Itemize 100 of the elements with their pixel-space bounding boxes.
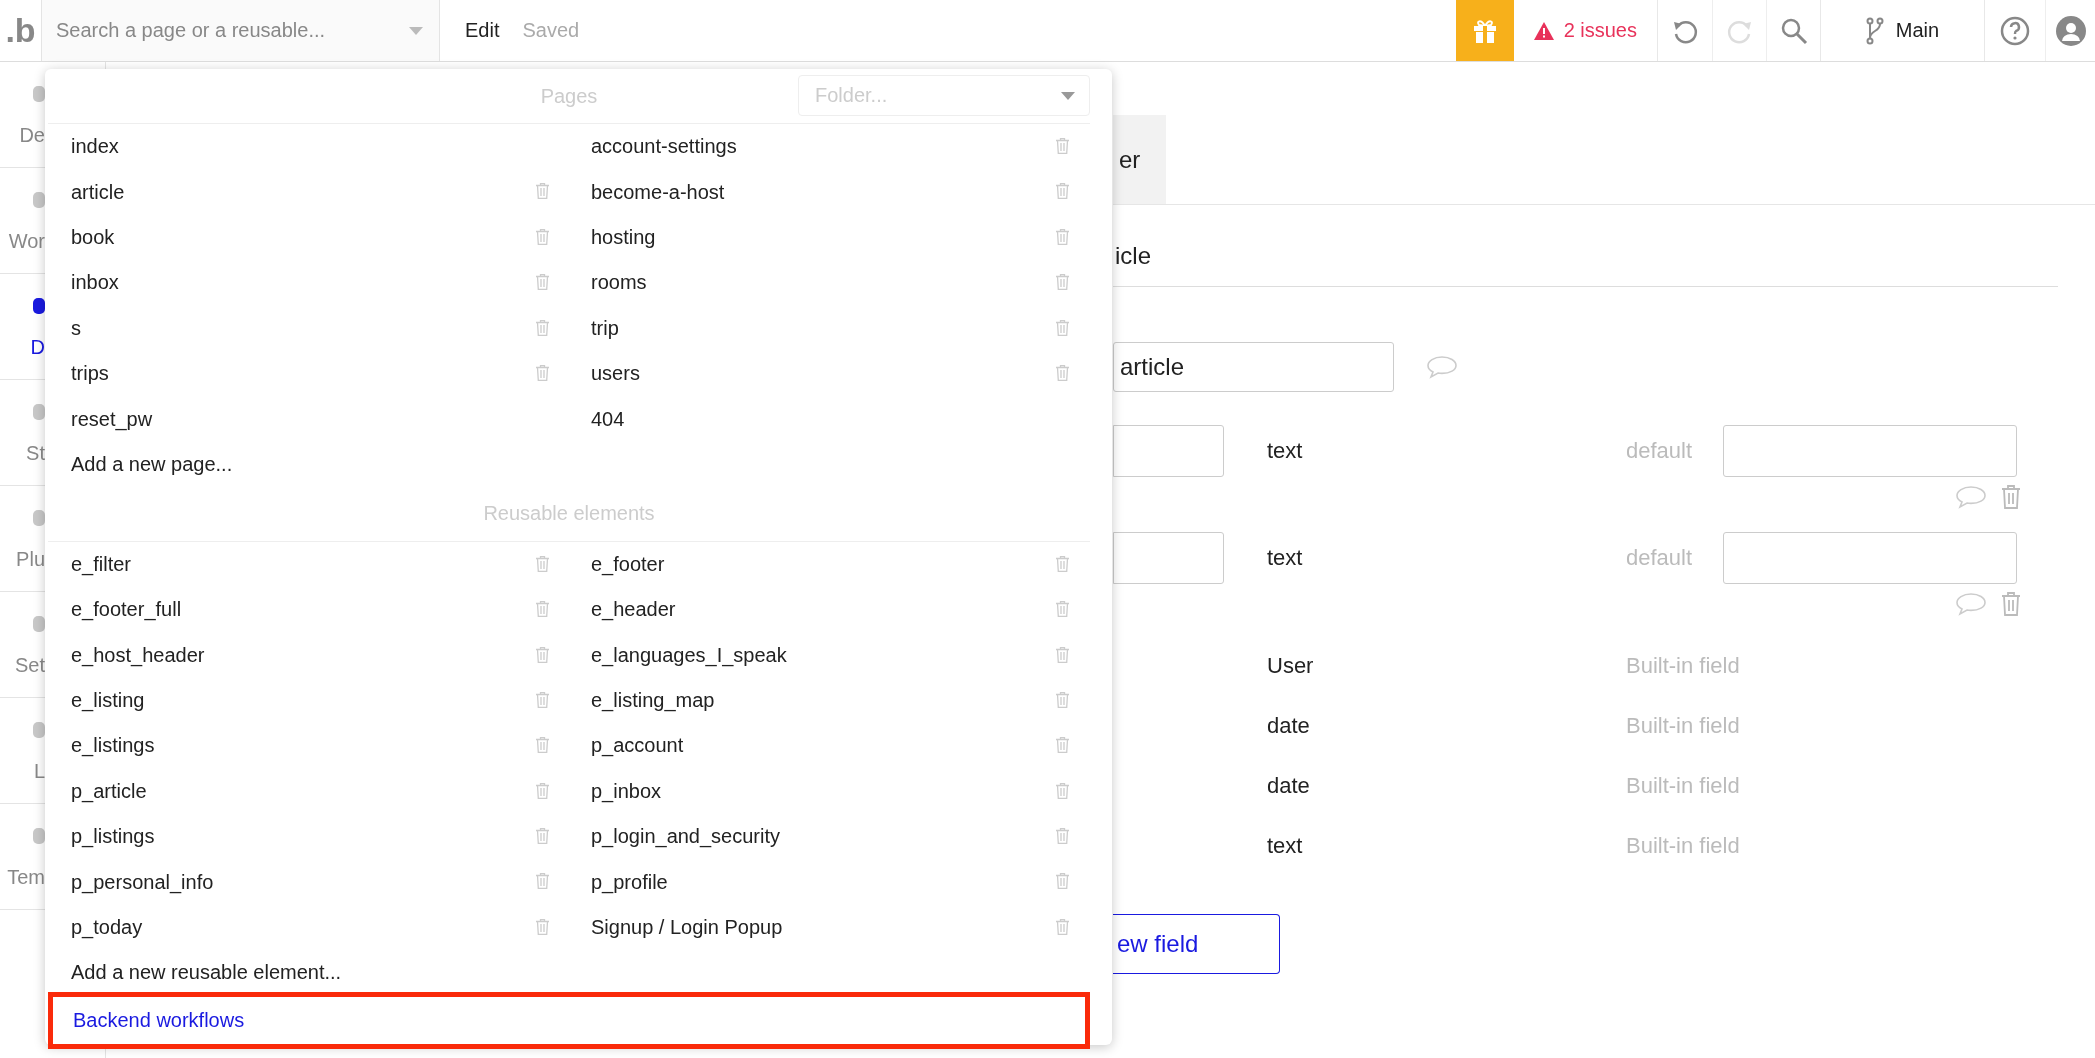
menu-item[interactable]: 404 — [591, 407, 625, 431]
help-icon — [2000, 15, 2030, 46]
default-label: default — [1626, 545, 1694, 571]
trash-icon[interactable] — [536, 918, 549, 935]
field-name-input[interactable] — [1113, 425, 1224, 477]
backend-workflows-link[interactable]: Backend workflows — [48, 992, 1090, 1050]
trash-icon[interactable] — [536, 319, 549, 336]
warning-icon — [1533, 21, 1554, 40]
trash-icon[interactable] — [1056, 183, 1069, 200]
menu-item[interactable]: e_footer_full — [71, 598, 182, 622]
menu-item[interactable]: account-settings — [591, 135, 737, 159]
add-item-link[interactable]: Add a new page... — [48, 441, 233, 487]
branch-icon — [1865, 16, 1884, 45]
menu-item[interactable]: trips — [71, 362, 109, 386]
default-value-input[interactable] — [1723, 532, 2017, 584]
trash-icon[interactable] — [536, 737, 549, 754]
trash-icon[interactable] — [536, 828, 549, 845]
sidebar-icon — [33, 86, 45, 102]
menu-item[interactable]: p_inbox — [591, 779, 662, 803]
trash-icon[interactable] — [536, 601, 549, 618]
menu-item[interactable]: inbox — [71, 271, 119, 295]
trash-icon[interactable] — [536, 183, 549, 200]
trash-icon[interactable] — [1056, 918, 1069, 935]
built-in-note: Built-in field — [1626, 653, 1740, 679]
trash-icon[interactable] — [2001, 485, 2021, 509]
trash-icon[interactable] — [536, 364, 549, 381]
trash-icon[interactable] — [1056, 555, 1069, 572]
menu-item[interactable]: index — [71, 135, 119, 159]
sidebar-icon — [33, 722, 45, 738]
menu-item[interactable]: book — [71, 225, 115, 249]
field-type: date — [1267, 773, 1311, 799]
caret-icon — [1061, 91, 1075, 100]
branch-button[interactable]: Main — [1820, 0, 1985, 61]
menu-item[interactable]: Signup / Login Popup — [591, 916, 783, 940]
type-name-field[interactable]: article — [1113, 342, 1394, 392]
field-name-input[interactable] — [1113, 532, 1224, 584]
comment-icon[interactable] — [1955, 485, 1987, 509]
trash-icon[interactable] — [1056, 873, 1069, 890]
mode-label[interactable]: Edit — [465, 19, 500, 42]
built-in-note: Built-in field — [1626, 833, 1740, 859]
trash-icon[interactable] — [536, 782, 549, 799]
new-field-button[interactable]: ew field — [1113, 914, 1280, 974]
menu-item[interactable]: become-a-host — [591, 180, 725, 204]
page-search-field[interactable]: Search a page or a reusable... — [54, 9, 409, 52]
menu-item[interactable]: p_login_and_security — [591, 825, 781, 849]
menu-item[interactable]: article — [71, 180, 125, 204]
menu-item[interactable]: e_languages_I_speak — [591, 643, 787, 667]
tab[interactable]: er — [1113, 115, 1166, 204]
trash-icon[interactable] — [1056, 782, 1069, 799]
menu-item[interactable]: users — [591, 362, 640, 386]
trash-icon[interactable] — [1056, 364, 1069, 381]
menu-item[interactable]: p_today — [71, 916, 143, 940]
menu-item[interactable]: e_host_header — [71, 643, 205, 667]
trash-icon[interactable] — [1056, 274, 1069, 291]
trash-icon[interactable] — [536, 646, 549, 663]
menu-item[interactable]: e_filter — [71, 552, 132, 576]
trash-icon[interactable] — [1056, 646, 1069, 663]
menu-item[interactable]: trip — [591, 316, 619, 340]
sidebar-icon — [33, 404, 45, 420]
trash-icon[interactable] — [536, 228, 549, 245]
trash-icon[interactable] — [536, 873, 549, 890]
trash-icon[interactable] — [1056, 228, 1069, 245]
comment-icon[interactable] — [1426, 355, 1458, 379]
menu-item[interactable]: reset_pw — [71, 407, 153, 431]
gift-button[interactable] — [1455, 0, 1514, 61]
page-search-box[interactable]: Search a page or a reusable... — [42, 0, 440, 61]
menu-item[interactable]: p_article — [71, 779, 147, 803]
trash-icon[interactable] — [536, 555, 549, 572]
sidebar-icon — [33, 828, 45, 844]
trash-icon[interactable] — [1056, 138, 1069, 154]
default-value-input[interactable] — [1723, 425, 2017, 477]
trash-icon[interactable] — [1056, 601, 1069, 618]
menu-item[interactable]: e_footer — [591, 552, 665, 576]
trash-icon[interactable] — [1056, 828, 1069, 845]
menu-item[interactable]: p_listings — [71, 825, 155, 849]
trash-icon[interactable] — [1056, 737, 1069, 754]
sidebar-icon — [33, 616, 45, 632]
field-type: text — [1267, 545, 1304, 571]
menu-item[interactable]: p_account — [591, 734, 684, 758]
caret-icon — [409, 26, 423, 35]
trash-icon[interactable] — [1056, 691, 1069, 708]
menu-item[interactable]: e_listing_map — [591, 689, 715, 713]
built-in-note: Built-in field — [1626, 773, 1740, 799]
field-type: text — [1267, 438, 1304, 464]
comment-icon[interactable] — [1955, 592, 1987, 616]
menu-item[interactable]: p_profile — [591, 870, 668, 894]
menu-item[interactable]: p_personal_info — [71, 870, 214, 894]
built-in-note: Built-in field — [1626, 713, 1740, 739]
trash-icon[interactable] — [536, 274, 549, 291]
menu-item[interactable]: e_listing — [71, 689, 145, 713]
menu-item[interactable]: rooms — [591, 271, 647, 295]
menu-item[interactable]: hosting — [591, 225, 656, 249]
trash-icon[interactable] — [536, 691, 549, 708]
trash-icon[interactable] — [2001, 592, 2021, 616]
menu-item[interactable]: e_listings — [71, 734, 155, 758]
trash-icon[interactable] — [1056, 319, 1069, 336]
default-label: default — [1626, 438, 1694, 464]
sidebar-icon — [33, 192, 45, 208]
menu-item[interactable]: s — [71, 316, 81, 340]
menu-item[interactable]: e_header — [591, 598, 676, 622]
